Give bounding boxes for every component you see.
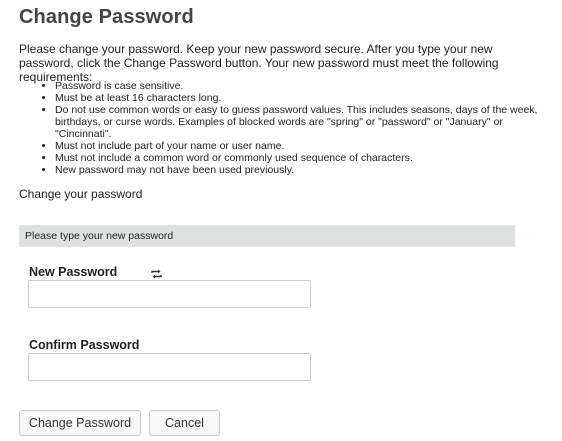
requirement-item: Must not include a common word or common…	[55, 152, 554, 164]
intro-text: Please change your password. Keep your n…	[19, 42, 499, 84]
requirement-item: Must be at least 16 characters long.	[55, 92, 554, 104]
section-caption: Change your password	[19, 187, 143, 201]
new-password-label: New Password	[29, 265, 118, 279]
cancel-button[interactable]: Cancel	[149, 410, 220, 436]
new-password-field[interactable]	[28, 280, 311, 308]
confirm-password-label: Confirm Password	[29, 338, 140, 352]
requirement-item: Must not include part of your name or us…	[55, 140, 554, 152]
confirm-password-field[interactable]	[28, 353, 311, 381]
requirements-list: Password is case sensitive. Must be at l…	[19, 80, 554, 176]
requirement-item: New password may not have been used prev…	[55, 164, 554, 176]
change-password-button[interactable]: Change Password	[19, 410, 141, 436]
requirement-item: Do not use common words or easy to guess…	[55, 104, 554, 140]
requirement-item: Password is case sensitive.	[55, 80, 554, 92]
instruction-bar: Please type your new password	[19, 225, 515, 247]
refresh-icon[interactable]	[150, 267, 163, 279]
page-title: Change Password	[19, 6, 194, 28]
